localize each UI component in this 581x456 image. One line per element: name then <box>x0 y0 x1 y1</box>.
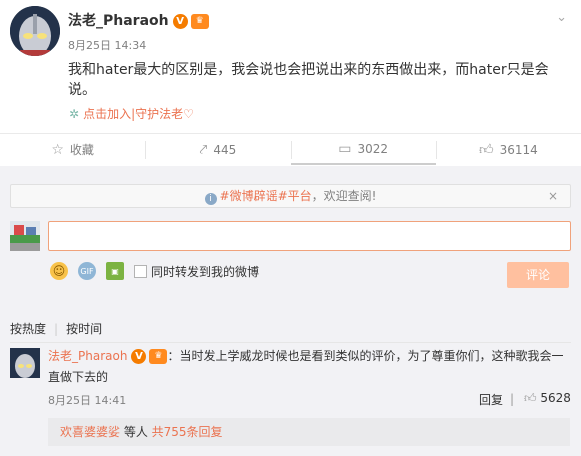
sort-by-hot-tab[interactable]: 按热度 <box>10 320 46 337</box>
repost-checkbox[interactable] <box>134 264 147 278</box>
join-link-label[interactable]: 点击加入|守护法老♡ <box>83 107 194 121</box>
notice-suffix: ，欢迎查阅! <box>311 189 377 203</box>
sort-divider: | <box>54 321 59 336</box>
comment-reply-button[interactable]: 回复 <box>479 391 503 408</box>
comment-avatar-image <box>10 348 40 378</box>
comments-section: i #微博辟谣#平台，欢迎查阅! × ☺ GIF ▣ 同时转发到我的微博 评论 按… <box>0 166 581 456</box>
reply-count-link[interactable]: 共755条回复 <box>152 425 223 439</box>
replies-summary: 欢喜婆婆娑 等人 共755条回复 <box>48 418 570 446</box>
sparkle-icon: ✲ <box>69 107 80 121</box>
close-icon[interactable]: × <box>548 185 558 207</box>
author-avatar[interactable] <box>10 6 60 56</box>
favorite-label: 收藏 <box>69 143 94 157</box>
post-action-bar: ☆ 收藏 ⤤ 445 ▭ 3022 👍︎ 36114 <box>0 133 581 165</box>
sort-divider-line <box>10 342 571 343</box>
current-user-avatar[interactable] <box>10 221 40 251</box>
reply-user-link[interactable]: 欢喜婆婆娑 <box>60 425 120 439</box>
comment-button[interactable]: ▭ 3022 <box>290 134 436 165</box>
like-button[interactable]: 👍︎ 36114 <box>435 134 581 165</box>
verified-badge-icon: V <box>172 13 188 29</box>
sort-by-time-tab[interactable]: 按时间 <box>66 320 102 337</box>
gif-icon[interactable]: GIF <box>78 262 96 280</box>
vip-badge-icon: ♛ <box>190 13 209 29</box>
like-count: 36114 <box>499 142 538 157</box>
ultraman-avatar-image <box>10 6 60 56</box>
comment-icon: ▭ <box>338 140 352 157</box>
comment-verified-badge-icon: V <box>131 349 147 364</box>
comment-input[interactable] <box>48 221 571 251</box>
repost-checkbox-label[interactable]: 同时转发到我的微博 <box>151 263 259 280</box>
image-icon[interactable]: ▣ <box>106 262 124 280</box>
thumbs-up-icon: 👍︎ <box>478 142 494 158</box>
post-timestamp[interactable]: 8月25日 14:34 <box>68 37 146 53</box>
repost-count: 445 <box>213 142 237 157</box>
comment-vip-badge-icon: ♛ <box>149 349 168 364</box>
star-icon: ☆ <box>51 141 64 158</box>
notice-link[interactable]: #微博辟谣#平台 <box>220 189 312 203</box>
comment-author-name[interactable]: 法老_Pharaoh <box>48 349 127 363</box>
comment-count: 3022 <box>357 141 389 156</box>
composer-toolbar: ☺ GIF ▣ 同时转发到我的微博 <box>50 262 259 280</box>
comment-author-avatar[interactable] <box>10 348 40 378</box>
comment-like-button[interactable]: 👍︎ 5628 <box>524 391 571 406</box>
rumor-notice-bar: i #微博辟谣#平台，欢迎查阅! × <box>10 184 571 208</box>
submit-comment-button[interactable]: 评论 <box>507 262 569 288</box>
post-text: 我和hater最大的区别是，我会说也会把说出来的东西做出来，而hater只是会说… <box>68 62 549 98</box>
current-user-avatar-image <box>10 221 40 251</box>
post-card: 法老_Pharaoh V ♛ ⌄ 8月25日 14:34 我和hater最大的区别是… <box>0 0 581 166</box>
post-author[interactable]: 法老_Pharaoh V ♛ <box>68 10 209 30</box>
reply-mid-text: 等人 <box>120 425 152 439</box>
join-fan-group-link[interactable]: ✲ 点击加入|守护法老♡ <box>69 105 194 122</box>
author-name[interactable]: 法老_Pharaoh <box>68 13 169 29</box>
comment-body: 法老_Pharaoh V ♛ ：当时发上学威龙时候也是看到类似的评价，为了尊重你们，这… <box>48 346 570 388</box>
repost-icon: ⤤ <box>199 141 208 158</box>
chevron-down-icon[interactable]: ⌄ <box>556 10 567 25</box>
comment-sort-tabs: 按热度 | 按时间 <box>10 320 102 337</box>
info-icon: i <box>204 193 217 205</box>
comment-like-count: 5628 <box>540 391 571 405</box>
comment-action-divider: | <box>510 392 515 406</box>
thumbs-up-icon: 👍︎ <box>524 391 537 405</box>
comment-timestamp: 8月25日 14:41 <box>48 394 127 407</box>
favorite-button[interactable]: ☆ 收藏 <box>0 134 145 165</box>
emoji-icon[interactable]: ☺ <box>50 262 68 280</box>
repost-button[interactable]: ⤤ 445 <box>145 134 290 165</box>
